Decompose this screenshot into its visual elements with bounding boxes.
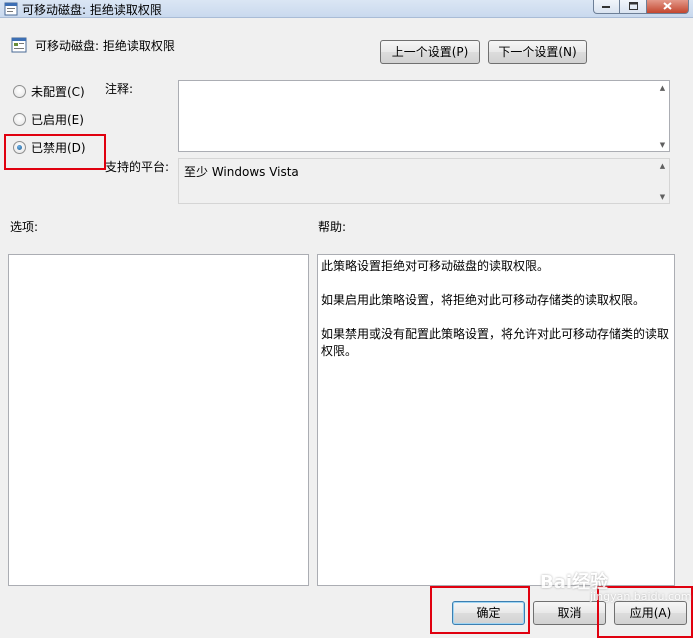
scroll-up-icon[interactable]: ▲ (658, 161, 667, 170)
close-icon (663, 1, 672, 10)
maximize-button[interactable] (620, 0, 647, 14)
window-title: 可移动磁盘: 拒绝读取权限 (22, 3, 162, 17)
ok-button[interactable]: 确定 (452, 601, 525, 625)
options-label: 选项: (10, 220, 39, 234)
minimize-button[interactable] (593, 0, 620, 14)
title-bar[interactable]: 可移动磁盘: 拒绝读取权限 (0, 0, 693, 18)
comment-textarea[interactable]: ▲ ▼ (178, 80, 670, 152)
close-button[interactable] (647, 0, 689, 14)
cancel-button[interactable]: 取消 (533, 601, 606, 625)
scroll-up-icon[interactable]: ▲ (658, 83, 667, 92)
radio-button-checked[interactable] (13, 140, 26, 154)
help-label: 帮助: (318, 220, 347, 234)
radio-button[interactable] (13, 84, 26, 98)
comment-label: 注释: (105, 82, 134, 96)
radio-label: 未配置(C) (31, 84, 85, 99)
platform-label: 支持的平台: (105, 160, 170, 174)
radio-disabled[interactable]: 已禁用(D) (13, 139, 86, 155)
help-paragraph: 如果启用此策略设置，将拒绝对此可移动存储类的读取权限。 (321, 293, 646, 307)
policy-icon (11, 37, 27, 53)
radio-label: 已禁用(D) (31, 140, 86, 155)
previous-setting-button[interactable]: 上一个设置(P) (380, 40, 480, 64)
radio-label: 已启用(E) (31, 112, 84, 127)
minimize-icon (602, 5, 610, 8)
maximize-icon (628, 1, 638, 10)
help-paragraph: 此策略设置拒绝对可移动磁盘的读取权限。 (321, 259, 550, 273)
platform-field: 至少 Windows Vista ▲ ▼ (178, 158, 670, 204)
radio-enabled[interactable]: 已启用(E) (13, 111, 84, 127)
window-controls (593, 0, 689, 14)
help-text: 此策略设置拒绝对可移动磁盘的读取权限。 如果启用此策略设置，将拒绝对此可移动存储… (321, 258, 671, 377)
scroll-down-icon[interactable]: ▼ (658, 140, 667, 149)
next-setting-button[interactable]: 下一个设置(N) (488, 40, 587, 64)
platform-value: 至少 Windows Vista (184, 165, 299, 179)
radio-not-configured[interactable]: 未配置(C) (13, 83, 85, 99)
scroll-down-icon[interactable]: ▼ (658, 192, 667, 201)
apply-button[interactable]: 应用(A) (614, 601, 687, 625)
policy-name: 可移动磁盘: 拒绝读取权限 (35, 39, 175, 53)
radio-button[interactable] (13, 112, 26, 126)
options-panel (8, 254, 309, 586)
help-paragraph: 如果禁用或没有配置此策略设置，将允许对此可移动存储类的读取权限。 (321, 327, 670, 358)
help-panel: 此策略设置拒绝对可移动磁盘的读取权限。 如果启用此策略设置，将拒绝对此可移动存储… (317, 254, 675, 586)
policy-settings-icon (4, 2, 18, 16)
